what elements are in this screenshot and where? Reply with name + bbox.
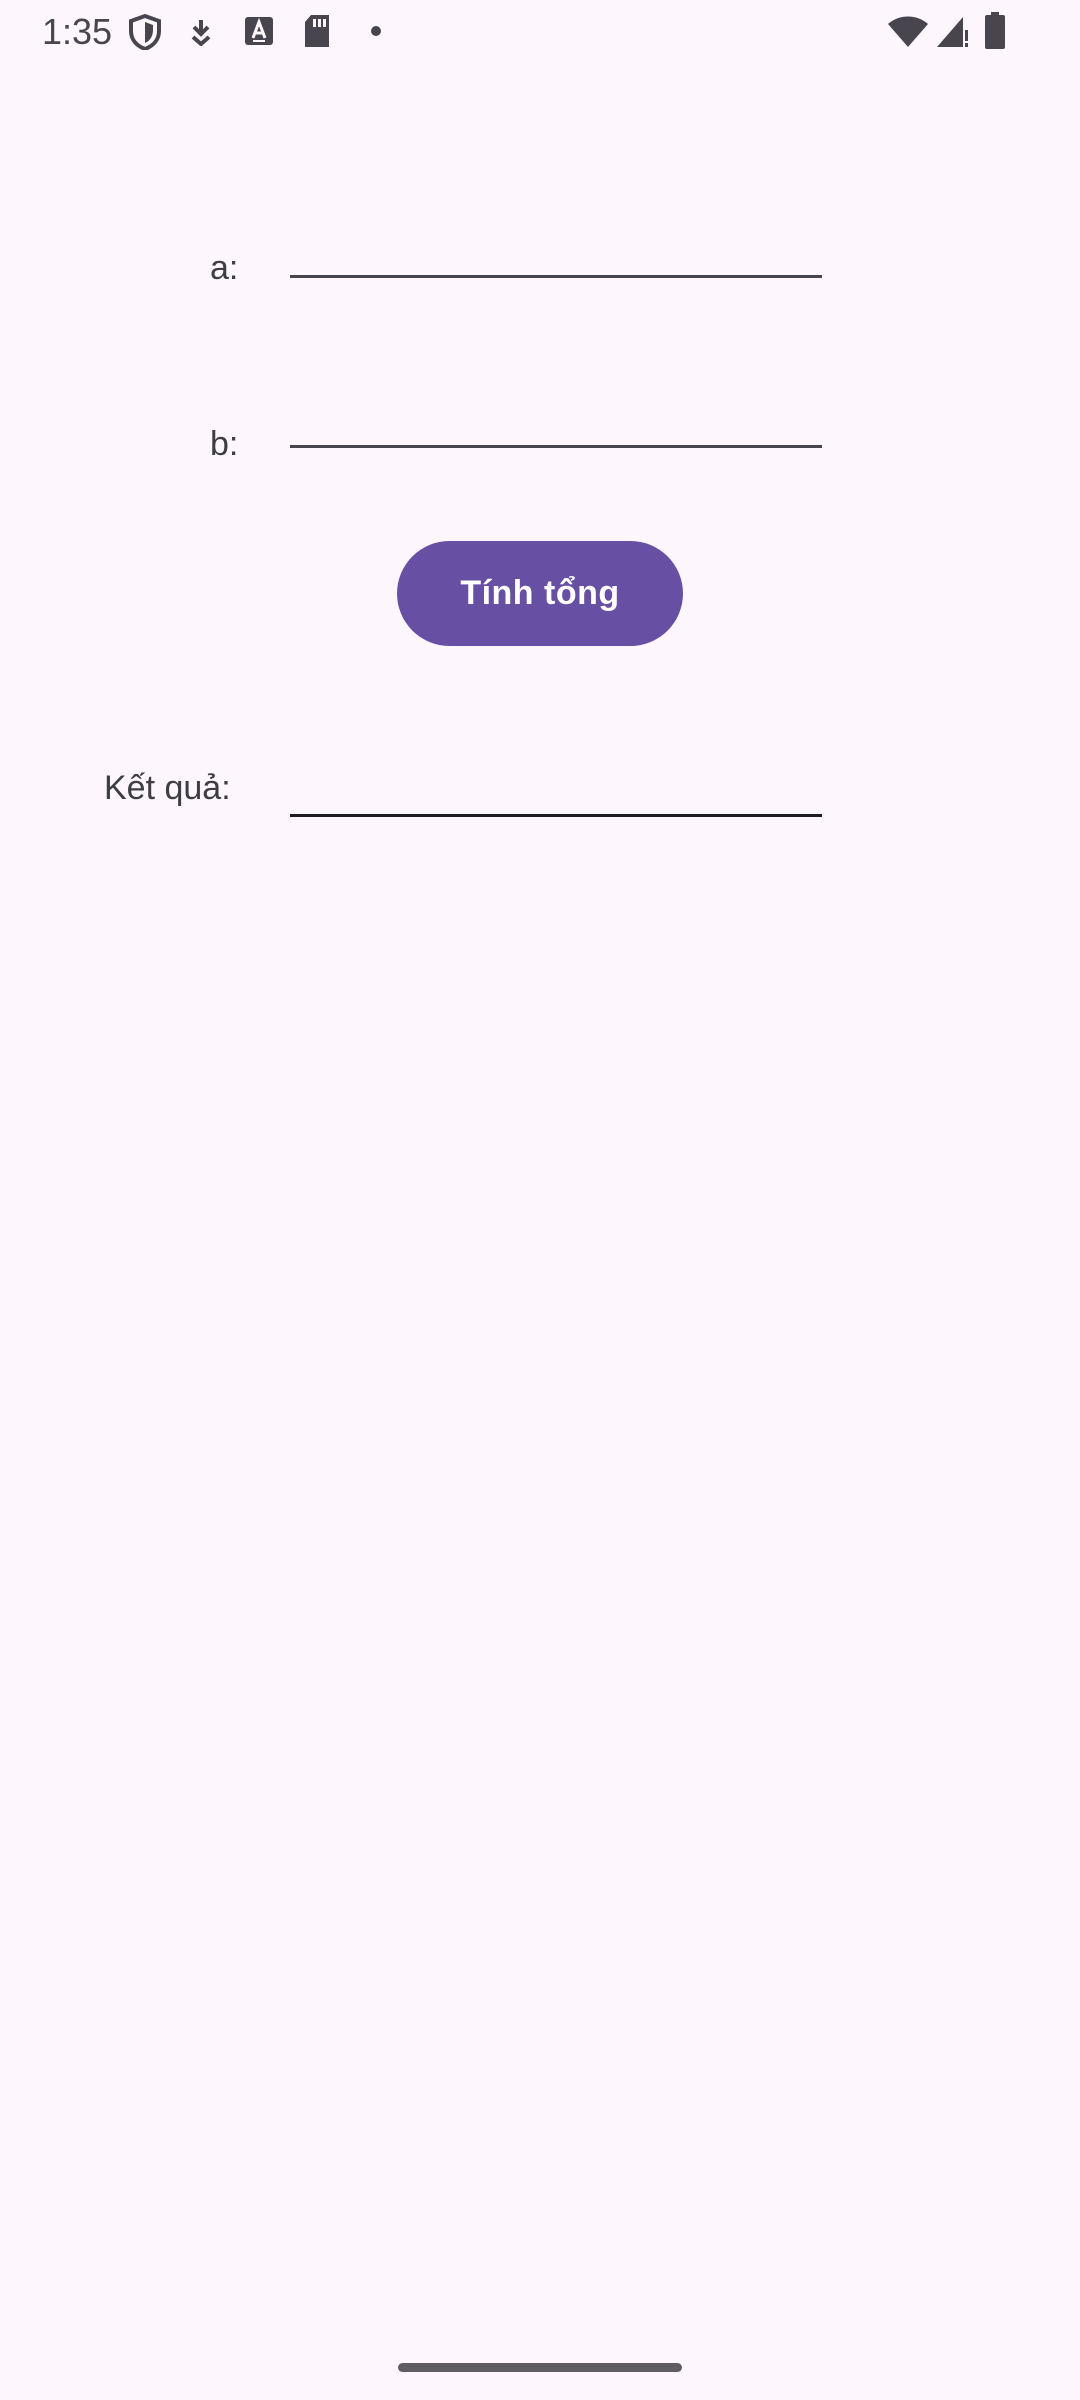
keyboard-a-icon: [245, 17, 273, 45]
field-b-label: b:: [210, 425, 239, 463]
download-icon: [191, 20, 211, 46]
field-a-input[interactable]: [290, 222, 822, 278]
wifi-icon: [888, 16, 928, 47]
field-b-input[interactable]: [290, 392, 822, 448]
home-indicator[interactable]: [398, 2363, 682, 2372]
battery-icon: [985, 12, 1005, 49]
status-bar: 1:35: [0, 0, 1080, 64]
dot-icon: [371, 26, 381, 36]
cell-signal-icon: [937, 17, 968, 47]
status-time: 1:35: [42, 11, 113, 52]
sd-card-icon: [305, 15, 329, 47]
result-field[interactable]: [290, 761, 822, 817]
shield-icon: [129, 14, 161, 50]
calculate-sum-button[interactable]: Tính tổng: [397, 541, 683, 646]
result-label: Kết quả:: [104, 769, 231, 807]
field-a-label: a:: [210, 249, 239, 287]
